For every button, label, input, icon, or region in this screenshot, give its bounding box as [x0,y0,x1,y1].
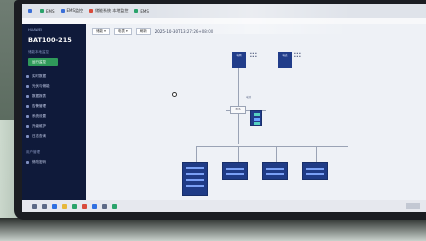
app-icon[interactable] [92,203,97,209]
busbar-line [196,146,348,147]
sidebar: HUAWEI BAT100-215 储能本地监控 运行监控 实时数据 光伏与储能… [22,24,86,200]
browser-tab[interactable]: 储能系统 本地监控 [89,8,128,14]
pcs-panel[interactable] [262,162,288,180]
cabinet-panel[interactable] [182,162,208,196]
sidebar-subtitle: 储能本地监控 [28,50,49,54]
sidebar-item[interactable]: 升级维护 [26,122,82,130]
grid-node-label: ▪ ▪ ▪ ▪ ▪ ▪ [250,52,257,58]
sidebar-group: 用户管理 [26,149,40,154]
system-select[interactable]: 储能 ▾ [92,28,110,35]
connection-line [238,110,239,144]
connection-line [316,146,317,162]
browser-icon[interactable] [52,203,57,209]
system-clock [406,203,420,209]
device-title: BAT100-215 [28,36,72,44]
desk-surface [0,218,426,241]
menu-icon [26,84,29,88]
app-icon [40,9,44,13]
meter-node[interactable]: 电表 [278,52,292,68]
battery-icon[interactable] [250,110,262,126]
grid-node[interactable]: 电网 [232,52,246,68]
menu-icon [26,94,29,98]
browser-tab[interactable]: EMS监控 [60,8,83,14]
main-panel: 储能 ▾ 电表 ▾ 刷新 2025-10-30T13:27:26+08:00 电… [86,24,426,200]
menu-icon [26,104,29,108]
sidebar-item[interactable]: 光伏与储能 [26,82,82,90]
battery-label: 电池 [246,96,252,99]
browser-tab[interactable]: EMS [134,9,149,14]
browser-tab[interactable]: EMS [40,9,55,14]
browser-tab[interactable] [28,9,34,13]
app-icon[interactable] [102,203,107,209]
meter-select[interactable]: 电表 ▾ [113,28,132,35]
meter-node-label: ▪ ▪ ▪ ▪ ▪ ▪ [294,52,301,58]
menu-icon [26,160,29,164]
refresh-button[interactable]: 刷新 [135,28,151,35]
app-icon[interactable] [72,203,77,209]
connection-line [238,68,239,110]
connection-line [276,146,277,162]
app-icon [134,9,139,13]
connection-line [238,146,239,162]
menu-icon [26,124,29,128]
sidebar-item-active[interactable]: 运行监控 [28,58,58,66]
folder-icon[interactable] [62,203,67,209]
taskbar [22,200,426,212]
gear-icon [28,9,32,13]
sidebar-item[interactable]: 修改密码 [26,158,82,166]
sidebar-item[interactable]: 数据报表 [26,92,82,100]
pcs-panel[interactable] [302,162,328,180]
sidebar-item[interactable]: 实时数据 [26,72,82,80]
connection-line [196,146,197,162]
start-icon[interactable] [32,203,37,209]
pcs-node[interactable]: PCS [230,106,246,114]
screen-glare [152,4,352,34]
menu-icon [26,134,29,138]
sidebar-item[interactable]: 系统设置 [26,112,82,120]
sidebar-item[interactable]: 告警管理 [26,102,82,110]
brand-logo: HUAWEI [28,28,43,32]
menu-icon [26,114,29,118]
app-icon [89,9,94,13]
search-icon[interactable] [42,203,47,209]
pcs-panel[interactable] [222,162,248,180]
app-icon[interactable] [112,203,117,209]
sidebar-item[interactable]: 日志查询 [26,132,82,140]
menu-icon [26,74,29,78]
app-icon [60,9,65,13]
mouse-cursor [172,92,177,97]
monitor-screen: EMS EMS监控 储能系统 本地监控 EMS HUAWEI BAT100-21… [22,4,426,212]
app-icon[interactable] [82,203,87,209]
